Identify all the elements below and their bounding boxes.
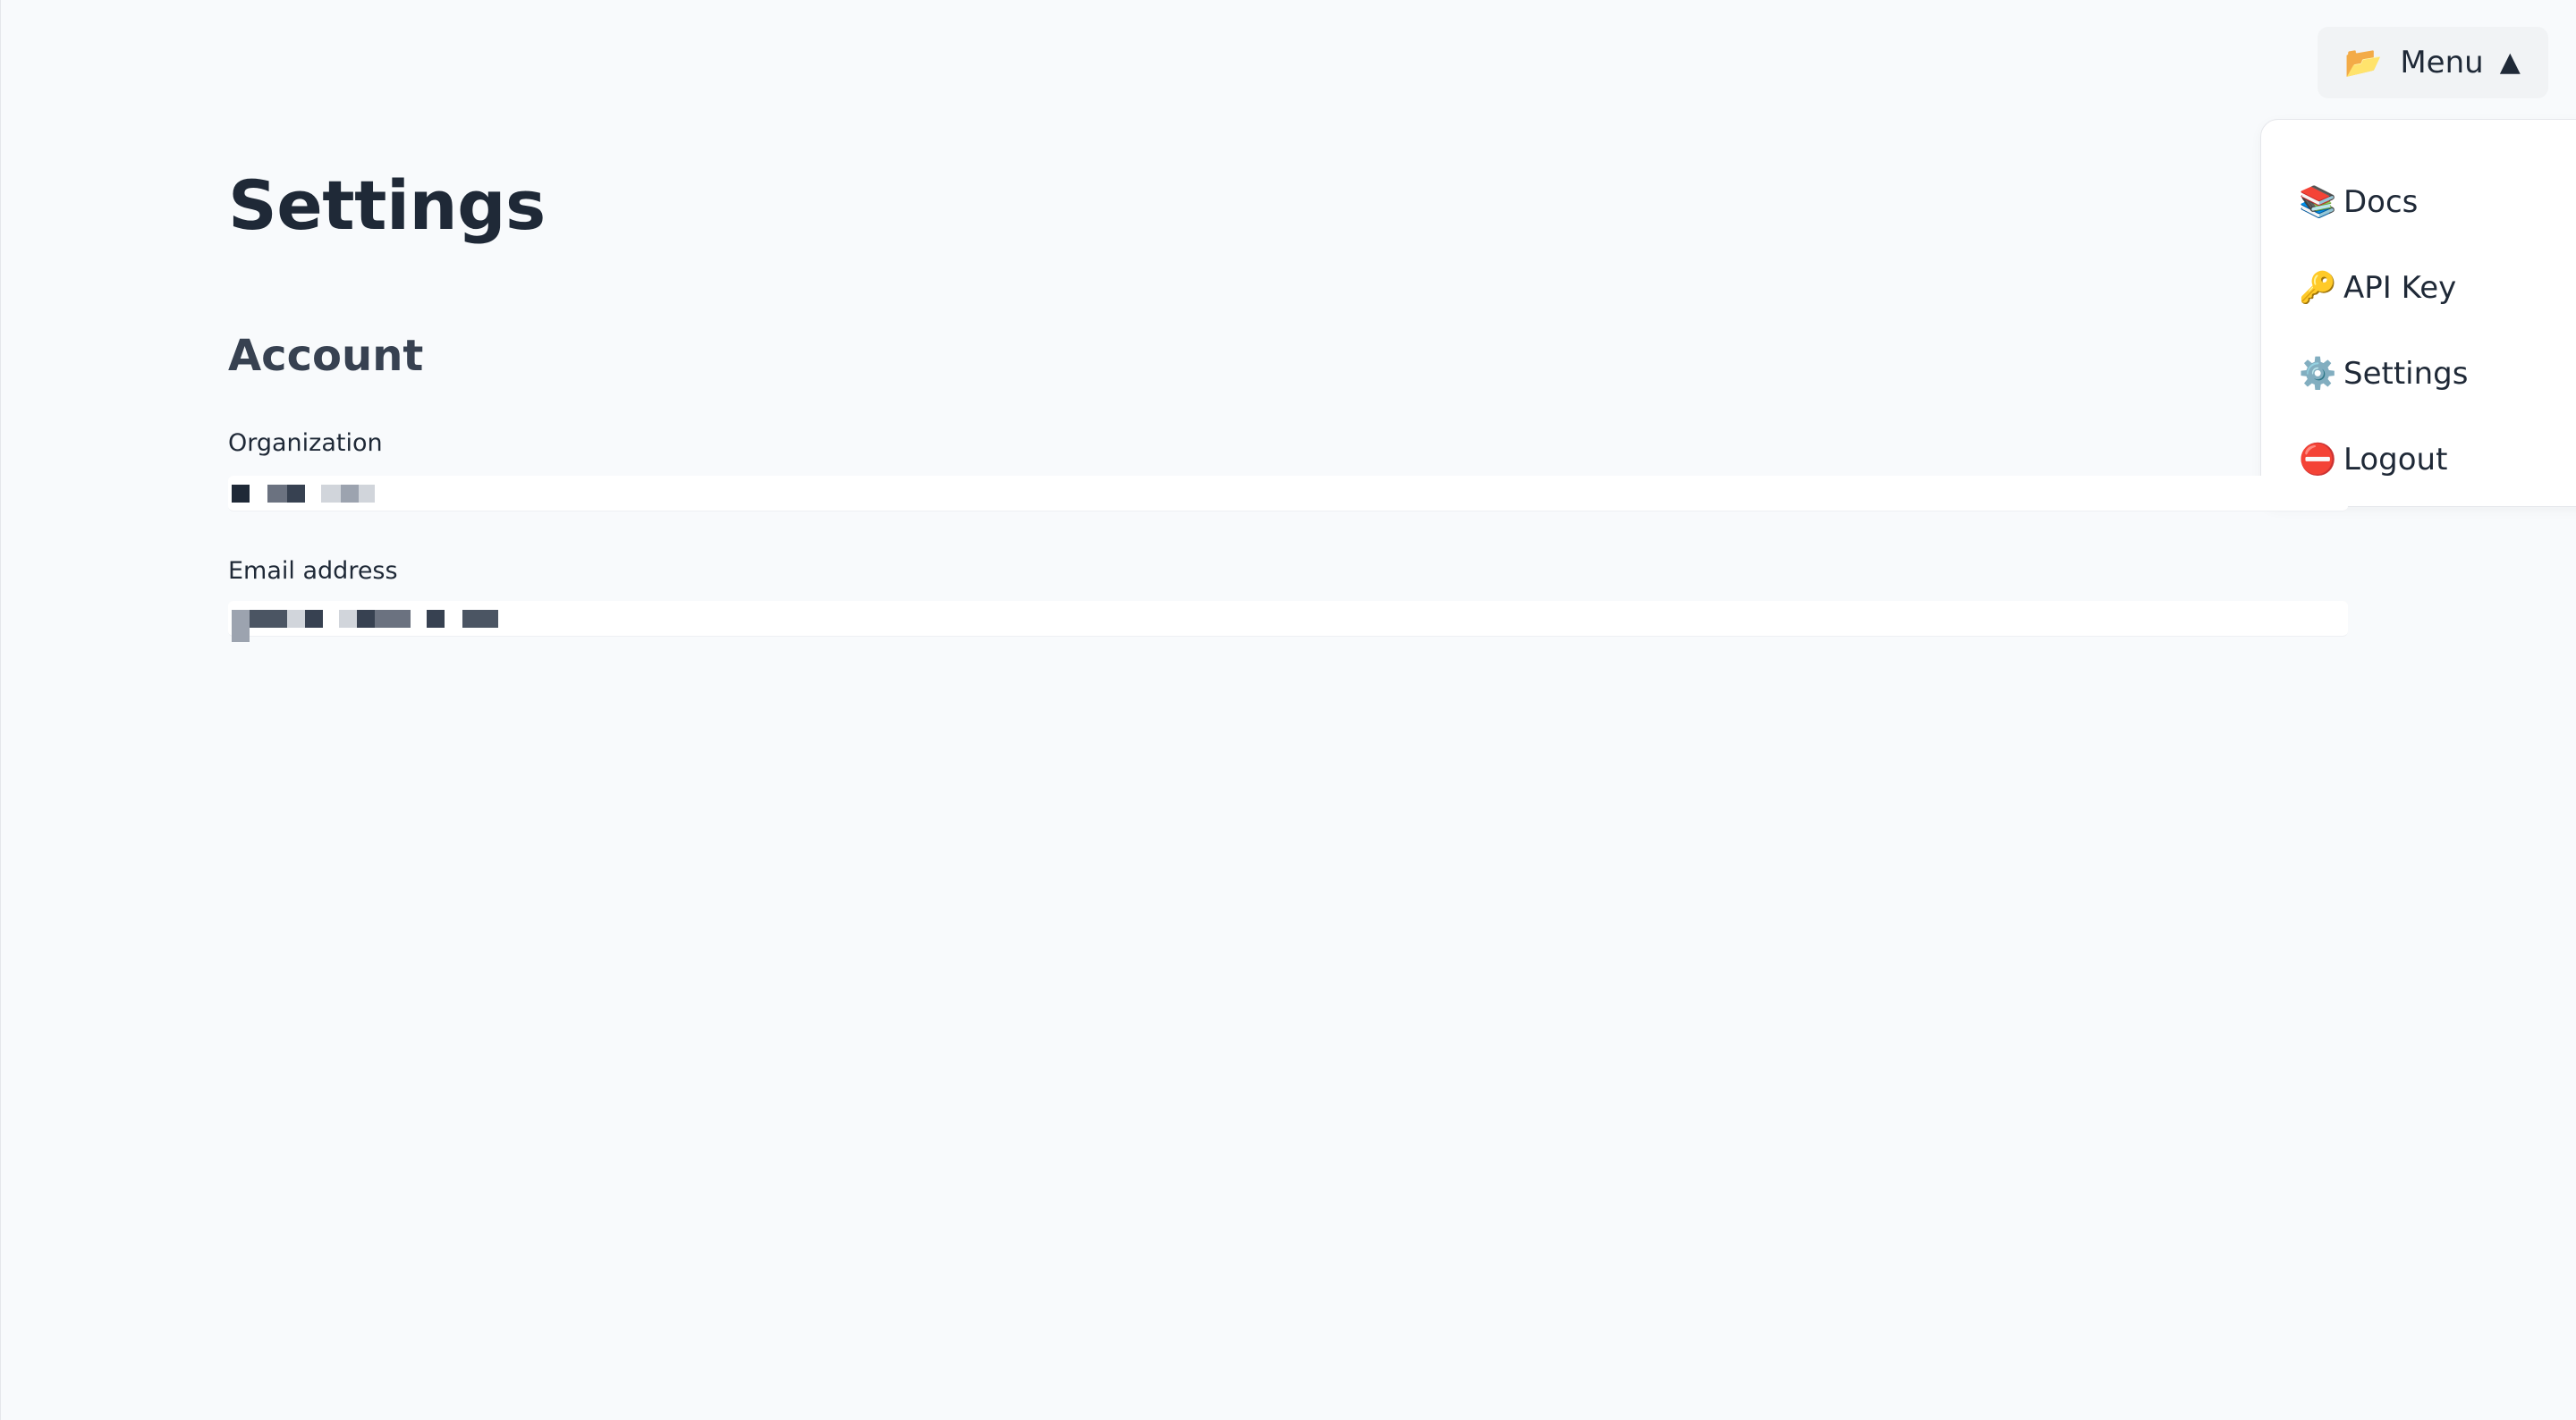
gear-icon: ⚙️ bbox=[2299, 356, 2337, 392]
redacted-block bbox=[339, 610, 357, 628]
redacted-block bbox=[287, 610, 305, 628]
books-icon: 📚 bbox=[2299, 184, 2337, 220]
redacted-block bbox=[267, 485, 287, 503]
redacted-block bbox=[359, 485, 375, 503]
menu-label: Menu bbox=[2400, 45, 2484, 80]
settings-page: 📂 Menu ▲ 📚 Docs 🔑 API Key ⚙️ Settings ⛔ … bbox=[0, 0, 2576, 1420]
redacted-block bbox=[341, 485, 359, 503]
redacted-block bbox=[375, 610, 411, 628]
redacted-block bbox=[232, 485, 250, 503]
organization-value bbox=[228, 476, 2348, 511]
redacted-block bbox=[305, 610, 323, 628]
redacted-block bbox=[250, 610, 287, 628]
redacted-block bbox=[232, 610, 250, 628]
section-title-account: Account bbox=[228, 331, 424, 381]
redacted-block bbox=[321, 485, 341, 503]
menu-button[interactable]: 📂 Menu ▲ bbox=[2318, 27, 2548, 98]
menu-item-label: Logout bbox=[2343, 442, 2448, 478]
main-content: Settings Account Organization Email addr… bbox=[228, 161, 2348, 642]
menu-item-settings[interactable]: ⚙️ Settings bbox=[2261, 331, 2576, 417]
caret-up-icon: ▲ bbox=[2499, 46, 2521, 78]
email-value bbox=[228, 601, 2348, 642]
redacted-block bbox=[427, 610, 445, 628]
menu-item-label: API Key bbox=[2343, 270, 2457, 306]
menu-item-label: Docs bbox=[2343, 184, 2419, 220]
email-label: Email address bbox=[228, 557, 398, 585]
organization-label: Organization bbox=[228, 429, 383, 457]
folder-open-icon: 📂 bbox=[2344, 45, 2383, 80]
menu-dropdown: 📚 Docs 🔑 API Key ⚙️ Settings ⛔ Logout bbox=[2260, 119, 2576, 507]
redacted-block bbox=[287, 485, 305, 503]
redacted-block bbox=[357, 610, 375, 628]
menu-item-docs[interactable]: 📚 Docs bbox=[2261, 159, 2576, 245]
redacted-block bbox=[232, 628, 250, 642]
no-entry-icon: ⛔ bbox=[2299, 442, 2337, 478]
page-title: Settings bbox=[228, 165, 546, 245]
menu-item-api-key[interactable]: 🔑 API Key bbox=[2261, 245, 2576, 331]
redacted-block bbox=[462, 610, 498, 628]
menu-item-label: Settings bbox=[2343, 356, 2469, 392]
key-icon: 🔑 bbox=[2299, 270, 2337, 306]
